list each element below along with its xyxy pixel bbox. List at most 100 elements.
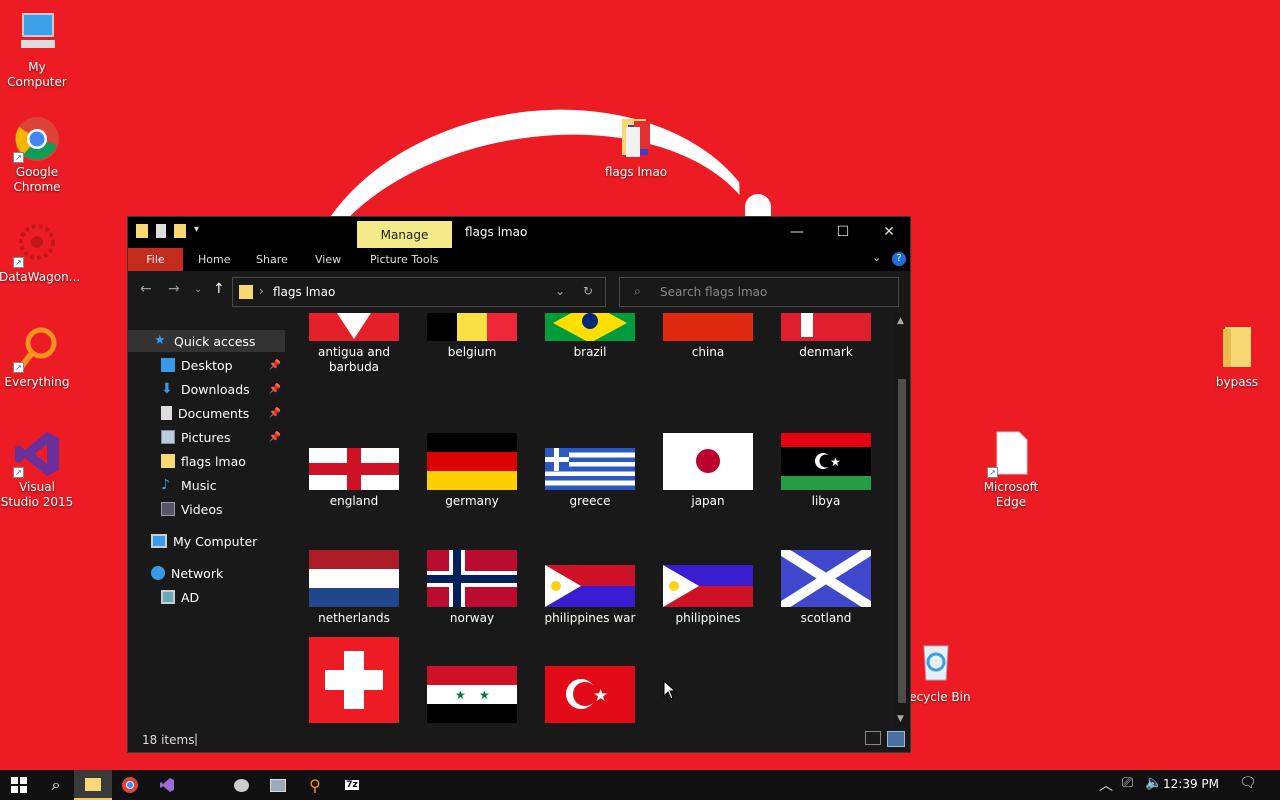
taskbar-7zip[interactable]: 7z: [333, 770, 371, 800]
forward-button[interactable]: →: [168, 281, 180, 297]
tab-view[interactable]: View: [315, 253, 341, 266]
manage-tab[interactable]: Manage: [357, 221, 452, 248]
sidebar-item-documents[interactable]: Documents 📌: [128, 402, 285, 424]
taskbar-app-pictures[interactable]: [259, 770, 297, 800]
item-count: 18 items: [142, 733, 195, 747]
customize-toolbar-icon[interactable]: ▾: [194, 224, 199, 238]
desktop-icon-visual-studio[interactable]: ↗ Visual Studio 2015: [0, 430, 75, 510]
documents-icon: [161, 406, 172, 420]
taskbar-visual-studio[interactable]: [148, 770, 186, 800]
action-center-icon[interactable]: 🗨: [1239, 775, 1257, 791]
desktop-icon-label: Microsoft Edge: [983, 480, 1039, 509]
file-name: scotland: [800, 611, 852, 625]
pin-icon[interactable]: 📌: [269, 360, 281, 371]
sidebar-item-label: AD: [181, 589, 200, 605]
file-item-denmark[interactable]: denmark: [771, 313, 881, 360]
flag-thumbnail: ★ ★: [427, 666, 517, 723]
network-tray-icon[interactable]: ⎚: [1122, 775, 1133, 791]
search-input[interactable]: ⌕ Search flags lmao: [619, 277, 899, 307]
file-item-scotland[interactable]: scotland: [771, 550, 881, 626]
tab-picture-tools[interactable]: Picture Tools: [370, 253, 438, 266]
volume-icon[interactable]: 🔈: [1145, 775, 1162, 791]
start-button[interactable]: [0, 770, 38, 800]
taskbar-chrome[interactable]: [111, 770, 149, 800]
large-icons-view-icon[interactable]: [887, 731, 905, 747]
desktop-icon-datawagon[interactable]: ↗ DataWagon...: [0, 220, 81, 285]
file-item-syria[interactable]: ★★ syria: [417, 637, 527, 728]
minimize-button[interactable]: —: [774, 217, 820, 248]
file-item-england[interactable]: england: [299, 433, 409, 509]
file-name: libya: [811, 494, 841, 508]
desktop-icon-google-chrome[interactable]: ↗ Google Chrome: [0, 115, 75, 195]
sidebar-item-downloads[interactable]: ⬇ Downloads 📌: [128, 378, 285, 400]
file-item-germany[interactable]: germany: [417, 433, 527, 509]
desktop-icon-everything[interactable]: ↗ Everything: [0, 325, 75, 390]
properties-icon[interactable]: [156, 224, 166, 238]
star-icon: ★: [154, 333, 166, 348]
desktop-icon-bypass[interactable]: bypass: [1199, 325, 1275, 390]
show-hidden-icons[interactable]: ︿: [1099, 775, 1113, 795]
tab-home[interactable]: Home: [198, 253, 230, 266]
file-item-netherlands[interactable]: netherlands: [299, 550, 409, 626]
file-item-belgium[interactable]: belgium: [417, 313, 527, 360]
sidebar-item-pictures[interactable]: Pictures 📌: [128, 426, 285, 448]
file-item-turkey[interactable]: ★ turkey: [535, 637, 645, 728]
breadcrumb[interactable]: flags lmao: [273, 285, 335, 299]
file-item-greece[interactable]: greece: [535, 433, 645, 509]
address-bar[interactable]: › flags lmao ⌄ ↻: [232, 277, 606, 307]
magnifier-icon: ↗: [13, 325, 61, 373]
file-item-antigua-and-barbuda[interactable]: antigua and barbuda: [299, 313, 409, 375]
desktop-icon-my-computer[interactable]: My Computer: [0, 10, 75, 90]
file-item-philippines[interactable]: philippines: [653, 550, 763, 626]
network-icon: [151, 566, 165, 580]
recent-locations-icon[interactable]: ⌄: [194, 284, 202, 295]
sidebar-item-ad[interactable]: AD: [128, 586, 285, 608]
sidebar-item-network[interactable]: Network: [128, 562, 285, 584]
back-button[interactable]: ←: [140, 281, 152, 297]
details-view-icon[interactable]: [865, 731, 881, 745]
folder-icon: [161, 454, 175, 468]
help-icon[interactable]: ?: [892, 252, 906, 266]
flag-thumbnail: [309, 448, 399, 490]
flag-thumbnail: [427, 433, 517, 490]
file-item-libya[interactable]: ★ libya: [771, 433, 881, 509]
scroll-down-icon[interactable]: ▼: [897, 714, 904, 724]
sidebar-item-quick-access[interactable]: ★ Quick access: [128, 330, 285, 352]
pin-icon[interactable]: 📌: [269, 384, 281, 395]
file-item-norway[interactable]: norway: [417, 550, 527, 626]
taskbar-file-explorer[interactable]: [74, 770, 112, 800]
pin-icon[interactable]: 📌: [269, 408, 281, 419]
file-item-switzerland[interactable]: switzerland: [299, 637, 409, 728]
tab-share[interactable]: Share: [256, 253, 288, 266]
sidebar-item-flags-lmao[interactable]: flags lmao: [128, 450, 285, 472]
file-item-brazil[interactable]: brazil: [535, 313, 645, 360]
taskbar-everything[interactable]: ⚲: [296, 770, 334, 800]
tab-file[interactable]: File: [128, 248, 183, 271]
desktop-icon-flags-folder[interactable]: flags lmao: [598, 115, 674, 180]
taskbar-app-paint[interactable]: [222, 770, 260, 800]
search-taskbar-icon[interactable]: ⌕: [37, 770, 75, 800]
up-button[interactable]: ↑: [213, 281, 225, 297]
refresh-icon[interactable]: ↻: [583, 284, 593, 298]
sidebar-item-my-computer[interactable]: My Computer: [128, 530, 285, 552]
expand-ribbon-icon[interactable]: ⌄: [872, 251, 881, 264]
sidebar-item-music[interactable]: ♪ Music: [128, 474, 285, 496]
scrollbar-thumb[interactable]: [898, 379, 906, 703]
vertical-scrollbar[interactable]: ▲ ▼: [894, 313, 910, 727]
scroll-up-icon[interactable]: ▲: [897, 316, 904, 326]
desktop-icon-microsoft-edge[interactable]: ↗ Microsoft Edge: [973, 430, 1049, 510]
sidebar-item-desktop[interactable]: Desktop 📌: [128, 354, 285, 376]
pin-icon[interactable]: 📌: [269, 432, 281, 443]
folder-icon: [612, 115, 660, 163]
desktop-icon-label: DataWagon...: [0, 270, 81, 284]
close-button[interactable]: ✕: [866, 217, 912, 248]
file-item-china[interactable]: china: [653, 313, 763, 360]
new-folder-icon[interactable]: [174, 224, 186, 238]
maximize-button[interactable]: ☐: [820, 217, 866, 248]
file-list: antigua and barbuda belgium brazil china…: [286, 313, 896, 728]
clock[interactable]: 12:39 PM: [1163, 777, 1219, 791]
file-item-philippines-war[interactable]: philippines war: [535, 550, 645, 626]
sidebar-item-videos[interactable]: Videos: [128, 498, 285, 520]
file-item-japan[interactable]: japan: [653, 433, 763, 509]
chevron-down-icon[interactable]: ⌄: [555, 284, 565, 298]
